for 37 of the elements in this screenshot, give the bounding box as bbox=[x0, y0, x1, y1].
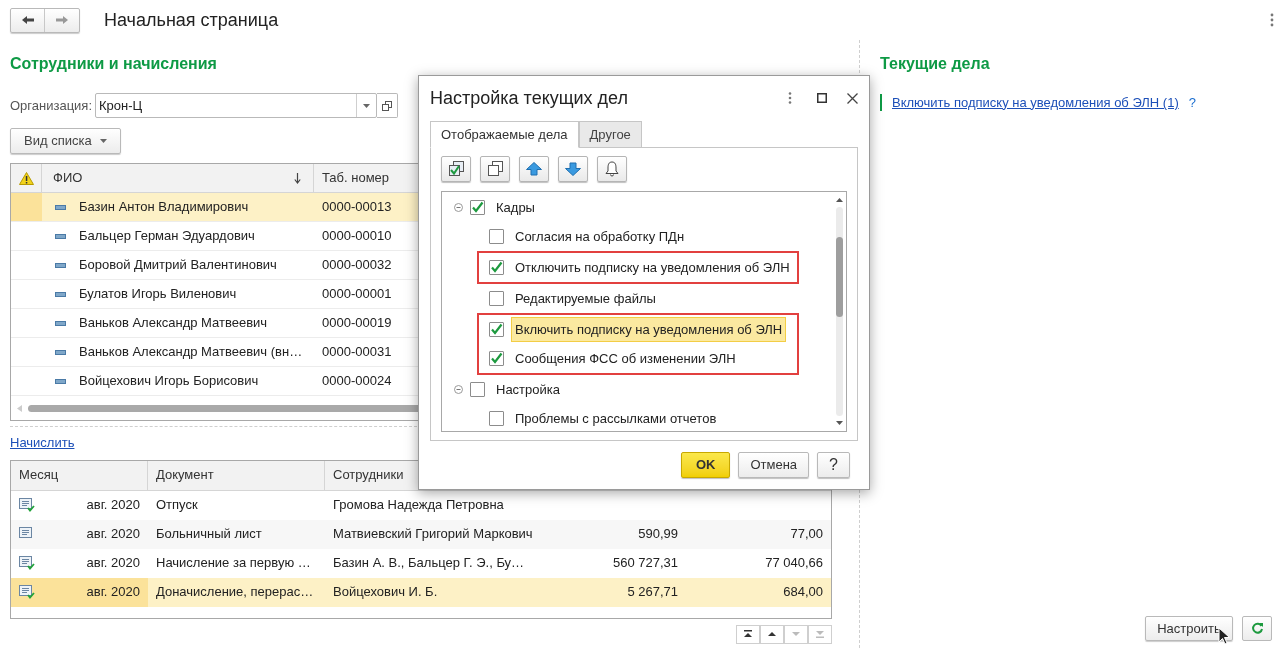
page-title: Начальная страница bbox=[104, 8, 279, 32]
table-cell-text: Доначисление, перерас… bbox=[156, 583, 314, 602]
table-cell-text: Больничный лист bbox=[156, 525, 262, 544]
table-cell-text: 0000-00010 bbox=[322, 227, 392, 246]
table-cell-text: Ваньков Александр Матвеевич (вн… bbox=[79, 343, 303, 362]
table-cell-text: 590,99 bbox=[638, 525, 678, 544]
table-cell-text: Матвиевский Григорий Маркович bbox=[333, 525, 533, 544]
table-cell-text: Отпуск bbox=[156, 496, 198, 515]
table-cell-text: Базин А. В., Бальцер Г. Э., Бу… bbox=[333, 554, 525, 573]
table-cell-text: 0000-00031 bbox=[322, 343, 392, 362]
table-cell-text: 0000-00032 bbox=[322, 256, 392, 275]
table-cell-text: 0000-00013 bbox=[322, 198, 392, 217]
table-cell-text: Начисление за первую … bbox=[156, 554, 311, 573]
field-label: Организация: bbox=[10, 96, 94, 115]
table-cell-text: Громова Надежда Петровна bbox=[333, 496, 504, 515]
table-cell-text: Булатов Игорь Виленович bbox=[79, 285, 237, 304]
table-cell-text: Ваньков Александр Матвеевич bbox=[79, 314, 268, 333]
table-cell-text: Войцехович Игорь Борисович bbox=[79, 372, 259, 391]
section-heading: Текущие дела bbox=[880, 54, 991, 74]
table-cell-text: 560 727,31 bbox=[612, 554, 678, 573]
table-cell-text: авг. 2020 bbox=[86, 525, 140, 544]
table-cell-text: Боровой Дмитрий Валентинович bbox=[79, 256, 277, 275]
table-cell-text: Войцехович И. Б. bbox=[333, 583, 438, 602]
table-cell-text: авг. 2020 bbox=[86, 583, 140, 602]
dialog-title: Настройка текущих дел bbox=[430, 86, 630, 110]
table-cell-text: авг. 2020 bbox=[86, 496, 140, 515]
table-cell-text: 0000-00019 bbox=[322, 314, 392, 333]
table-cell-text: Бальцер Герман Эдуардович bbox=[79, 227, 255, 246]
table-cell-text: авг. 2020 bbox=[86, 554, 140, 573]
table-cell-text: Базин Антон Владимирович bbox=[79, 198, 249, 217]
table-cell-text: 0000-00024 bbox=[322, 372, 392, 391]
table-cell-text: 77 040,66 bbox=[765, 554, 823, 573]
table-cell-text: 5 267,71 bbox=[627, 583, 678, 602]
table-cell-text: 684,00 bbox=[783, 583, 823, 602]
table-cell-text: 77,00 bbox=[790, 525, 823, 544]
section-heading: Сотрудники и начисления bbox=[10, 54, 218, 74]
table-cell-text: 0000-00001 bbox=[322, 285, 392, 304]
